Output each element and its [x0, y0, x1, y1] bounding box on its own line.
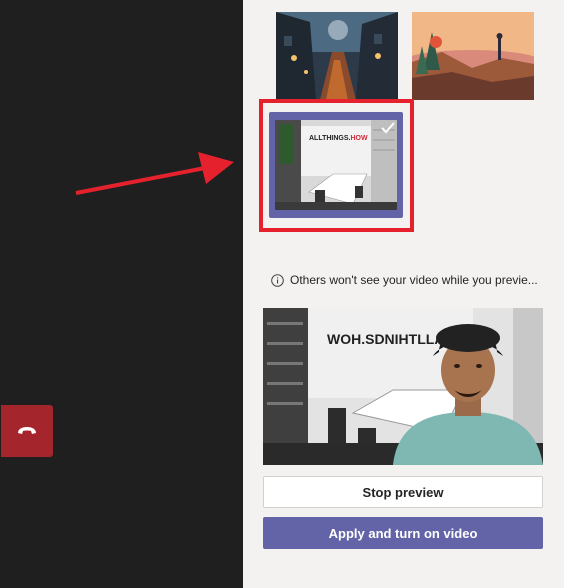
- hang-up-button[interactable]: [1, 405, 53, 457]
- video-preview: WOH.SDNIHTLLA: [263, 308, 543, 465]
- background-thumbnail-fantasy-street[interactable]: [276, 12, 398, 100]
- annotation-arrow: [75, 152, 234, 195]
- phone-hangup-icon: [18, 427, 36, 434]
- background-thumbnail-allthings-office[interactable]: ALLTHINGS.HOW: [269, 112, 403, 218]
- preview-notice: Others won't see your video while you pr…: [271, 273, 561, 287]
- svg-text:ALLTHINGS.HOW: ALLTHINGS.HOW: [309, 135, 368, 142]
- stop-preview-button[interactable]: Stop preview: [263, 476, 543, 508]
- info-icon: [271, 273, 284, 287]
- background-settings-panel: ALLTHINGS.HOW Others won't see your vide…: [243, 0, 564, 588]
- preview-notice-text: Others won't see your video while you pr…: [290, 273, 538, 287]
- call-stage: [0, 0, 243, 588]
- background-thumbnail-autumn-landscape[interactable]: [412, 12, 534, 100]
- office-sign-text-accent: HOW: [350, 135, 368, 142]
- apply-and-turn-on-video-button[interactable]: Apply and turn on video: [263, 517, 543, 549]
- checkmark-icon: [381, 122, 395, 134]
- office-sign-text-prefix: ALLTHINGS.: [309, 135, 351, 142]
